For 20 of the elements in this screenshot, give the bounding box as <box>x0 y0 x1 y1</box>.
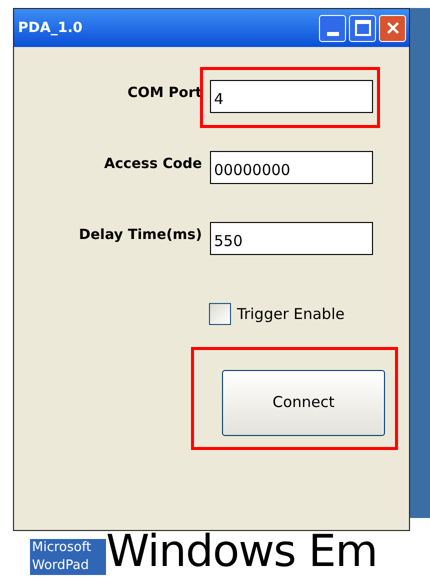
minimize-icon <box>326 32 338 36</box>
checkbox-label: Trigger Enable <box>237 304 345 325</box>
maximize-button[interactable] <box>349 14 376 42</box>
desktop-icon-label[interactable]: Microsoft WordPad <box>30 539 106 575</box>
banner-text: Windows Em <box>106 529 378 575</box>
checkbox[interactable] <box>209 303 231 326</box>
maximize-icon <box>354 20 370 36</box>
icon-label-text: WordPad <box>32 557 90 575</box>
field-label: COM Port <box>126 84 203 103</box>
connect-button[interactable]: Connect <box>222 370 385 436</box>
window-title: PDA_1.0 <box>17 18 83 38</box>
input-field[interactable]: 00000000 <box>210 151 373 184</box>
field-label: Access Code <box>103 155 203 174</box>
minimize-button[interactable] <box>319 14 346 42</box>
input-field[interactable]: 4 <box>210 80 373 113</box>
close-button[interactable] <box>379 14 406 42</box>
field-label: Delay Time(ms) <box>78 226 203 245</box>
icon-label-text: Microsoft <box>32 539 92 557</box>
input-field[interactable]: 550 <box>210 222 373 255</box>
close-icon <box>386 21 400 35</box>
